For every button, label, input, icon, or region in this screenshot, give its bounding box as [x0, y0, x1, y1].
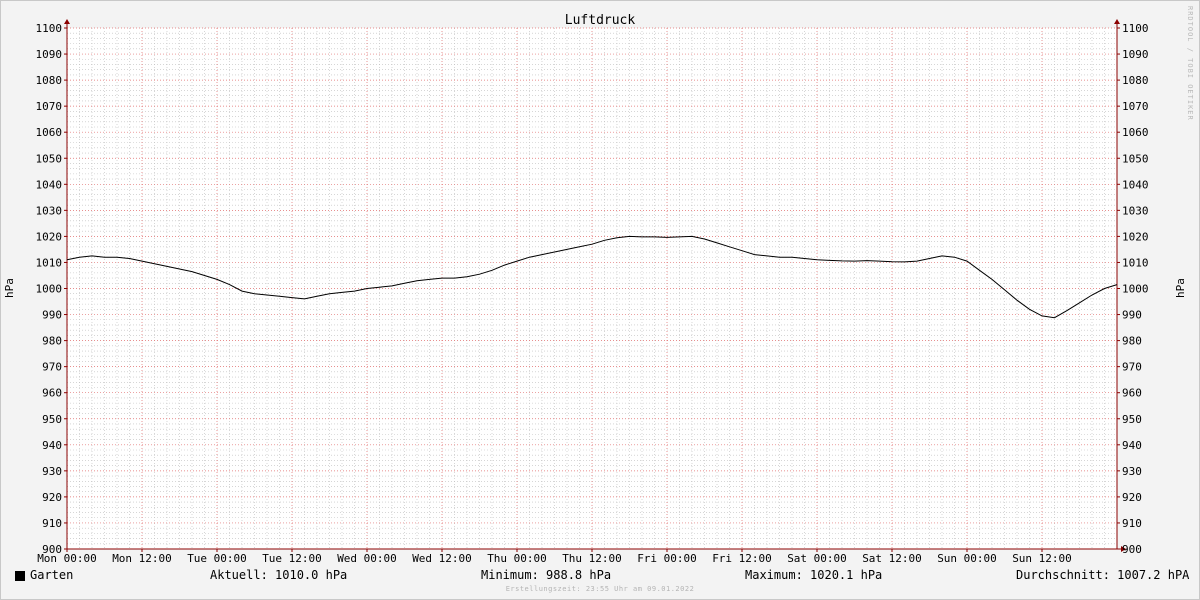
x-tick-label: Fri 12:00	[712, 552, 772, 565]
y-tick-label-left: 1100	[36, 22, 63, 35]
legend-current: Aktuell: 1010.0 hPa	[210, 568, 348, 582]
y-tick-label-right: 1090	[1122, 48, 1149, 61]
y-tick-label-left: 960	[42, 387, 62, 400]
x-tick-label: Fri 00:00	[637, 552, 697, 565]
y-tick-label-right: 980	[1122, 335, 1142, 348]
y-tick-label-left: 950	[42, 413, 62, 426]
y-tick-label-right: 930	[1122, 465, 1142, 478]
y-tick-label-right: 960	[1122, 387, 1142, 400]
y-tick-label-left: 1050	[36, 152, 63, 165]
y-tick-label-left: 1000	[36, 283, 63, 296]
y-tick-label-left: 920	[42, 491, 62, 504]
legend-maximum: Maximum: 1020.1 hPa	[745, 568, 883, 582]
y-axis-arrow-left	[64, 19, 70, 24]
y-tick-label-right: 970	[1122, 361, 1142, 374]
y-tick-label-left: 1060	[36, 126, 63, 139]
x-ticks: Mon 00:00 Mon 12:00 Tue 00:00 Tue 12:00 Wed …	[37, 552, 1072, 565]
y-tick-label-right: 1080	[1122, 74, 1149, 87]
y-tick-label-right: 1060	[1122, 126, 1149, 139]
legend-average: Durchschnitt: 1007.2 hPA	[1016, 568, 1190, 582]
y-tick-label-right: 1070	[1122, 100, 1149, 113]
y-ticks-left: 9009109209309409509609709809901000101010…	[36, 22, 63, 556]
y-tick-label-left: 910	[42, 517, 62, 530]
legend-series-name: Garten	[30, 568, 74, 582]
y-tick-label-right: 990	[1122, 309, 1142, 322]
x-tick-label: Sun 12:00	[1012, 552, 1072, 565]
footer-timestamp: Erstellungszeit: 23:55 Uhr am 09.01.2022	[505, 585, 695, 593]
legend: Garten Aktuell: 1010.0 hPa Minimum: 988.…	[0, 566, 1200, 586]
y-tick-label-left: 1090	[36, 48, 63, 61]
legend-minimum: Minimum: 988.8 hPa	[481, 568, 612, 582]
x-tick-label: Mon 00:00	[37, 552, 97, 565]
rrdtool-credit: RRDTOOL / TOBI OETIKER	[1186, 6, 1194, 121]
y-ticks-right: 900 910 920 930 940 950 960 970 980 990 1000 1010 10…	[1122, 22, 1149, 556]
y-tick-label-right: 900	[1122, 543, 1142, 556]
y-tick-label-left: 1080	[36, 74, 63, 87]
y-tick-label-left: 1010	[36, 256, 63, 269]
y-tick-label-left: 990	[42, 309, 62, 322]
y-axis-arrow-right	[1114, 19, 1120, 24]
y-tick-label-left: 930	[42, 465, 62, 478]
y-tick-label-right: 950	[1122, 413, 1142, 426]
y-tick-label-right: 1010	[1122, 256, 1149, 269]
y-axis-label-left: hPa	[3, 278, 16, 298]
x-tick-label: Thu 12:00	[562, 552, 622, 565]
y-tick-label-right: 1030	[1122, 204, 1149, 217]
y-tick-label-right: 1100	[1122, 22, 1149, 35]
x-tick-label: Wed 00:00	[337, 552, 397, 565]
x-tick-label: Sat 00:00	[787, 552, 847, 565]
x-tick-label: Wed 12:00	[412, 552, 472, 565]
y-tick-label-right: 1050	[1122, 152, 1149, 165]
legend-swatch-garten	[15, 571, 25, 581]
y-tick-label-left: 980	[42, 335, 62, 348]
y-tick-label-left: 1020	[36, 230, 63, 243]
chart-area: Luftdruck RRDTOOL / TOBI OETIKER hPa hPa…	[3, 6, 1194, 565]
y-tick-label-right: 910	[1122, 517, 1142, 530]
x-tick-label: Sat 12:00	[862, 552, 922, 565]
y-tick-label-right: 1020	[1122, 230, 1149, 243]
chart-title: Luftdruck	[565, 13, 636, 28]
y-tick-label-right: 920	[1122, 491, 1142, 504]
y-tick-label-left: 970	[42, 361, 62, 374]
x-tick-label: Sun 00:00	[937, 552, 997, 565]
x-tick-label: Tue 12:00	[262, 552, 322, 565]
y-tick-label-right: 1040	[1122, 178, 1149, 191]
y-tick-label-right: 940	[1122, 439, 1142, 452]
y-tick-label-left: 940	[42, 439, 62, 452]
y-axis-label-right: hPa	[1174, 278, 1187, 298]
x-tick-label: Mon 12:00	[112, 552, 172, 565]
x-tick-label: Tue 00:00	[187, 552, 247, 565]
y-tick-label-right: 1000	[1122, 283, 1149, 296]
y-tick-label-left: 1070	[36, 100, 63, 113]
x-tick-label: Thu 00:00	[487, 552, 547, 565]
y-tick-label-left: 1030	[36, 204, 63, 217]
y-tick-label-left: 1040	[36, 178, 63, 191]
